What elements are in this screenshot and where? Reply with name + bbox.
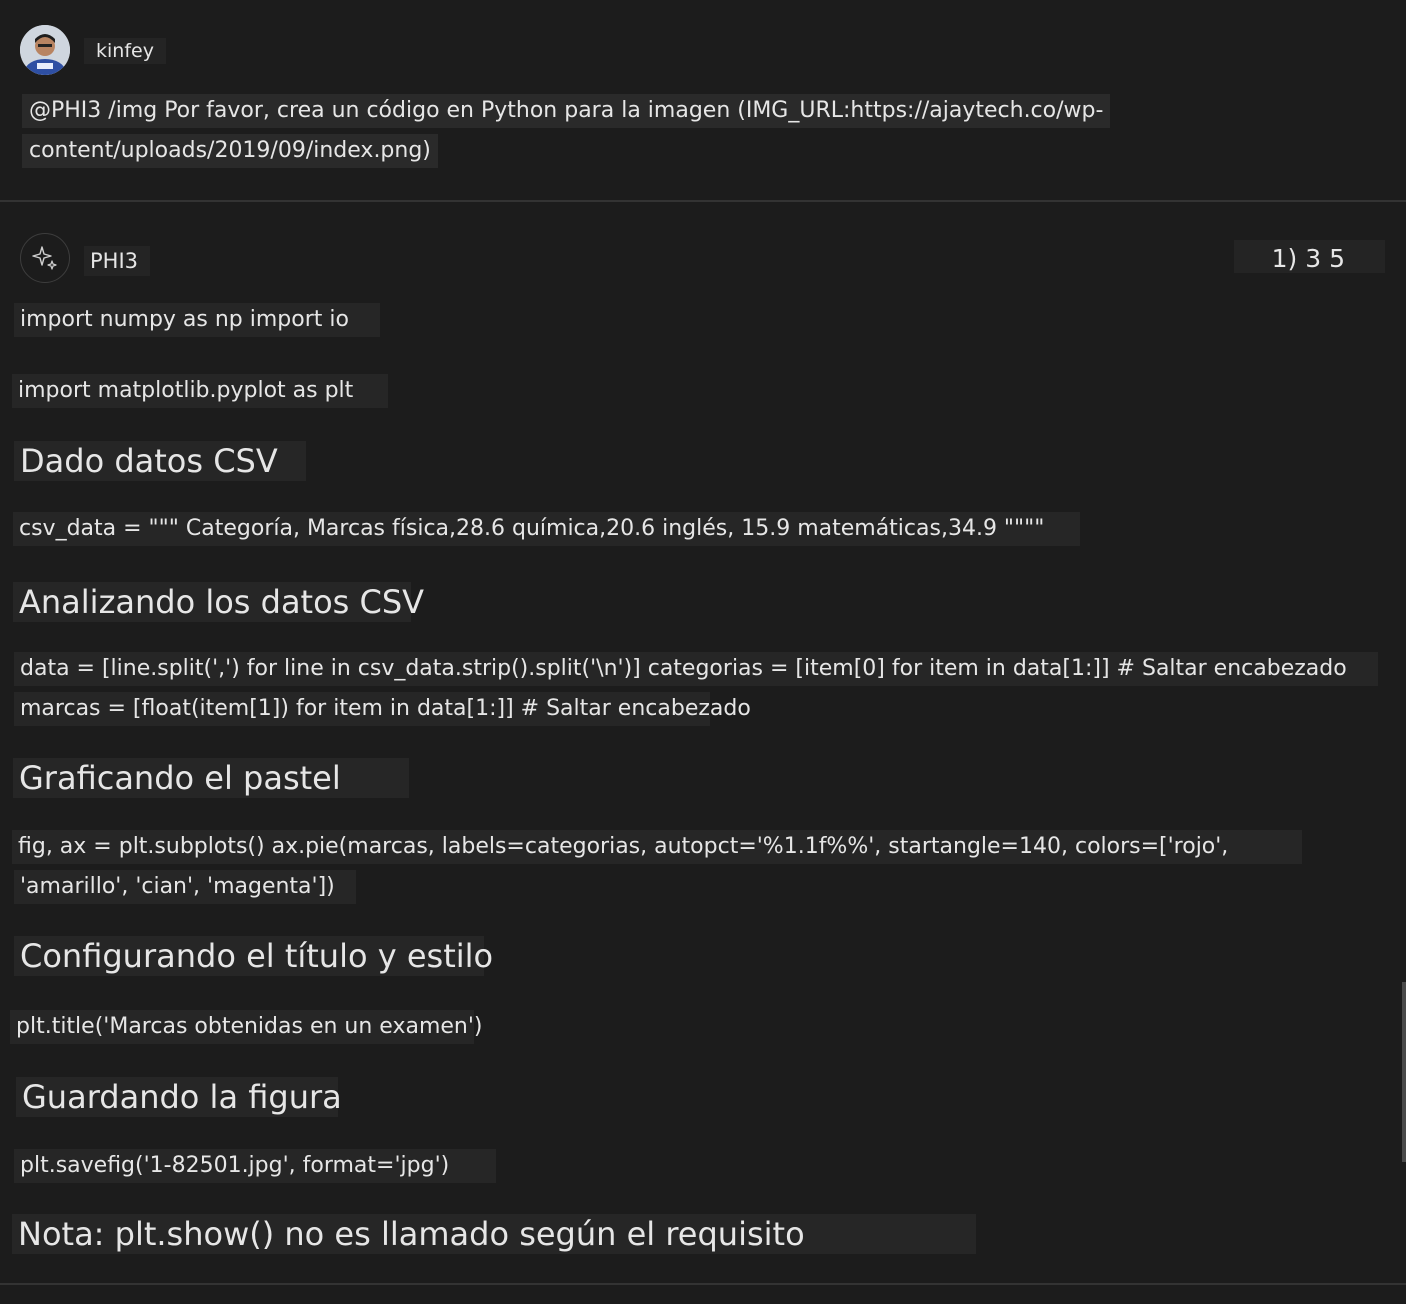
scrollbar-thumb[interactable]	[1402, 982, 1406, 1162]
response-line-pie: fig, ax = plt.subplots() ax.pie(marcas, …	[12, 830, 1302, 864]
heading-analizando: Analizando los datos CSV	[13, 582, 424, 622]
user-photo-icon	[20, 25, 70, 75]
bottom-divider	[0, 1283, 1406, 1285]
message-divider	[0, 200, 1406, 202]
response-line-parse-data: data = [line.split(',') for line in csv_…	[14, 652, 1378, 686]
response-line-pie-colors: 'amarillo', 'cian', 'magenta'])	[14, 870, 356, 904]
response-line-imports-2: import matplotlib.pyplot as plt	[12, 374, 388, 408]
response-counter: 1) 3 5	[1234, 240, 1385, 273]
response-line-title: plt.title('Marcas obtenidas en un examen…	[10, 1010, 482, 1044]
user-avatar[interactable]	[20, 25, 70, 75]
user-prompt-line-2: content/uploads/2019/09/index.png)	[22, 134, 438, 168]
heading-configurando: Configurando el título y estilo	[14, 936, 493, 976]
user-prompt-line-1: @PHI3 /img Por favor, crea un código en …	[22, 94, 1111, 128]
sparkle-icon	[32, 246, 57, 270]
bot-avatar[interactable]	[20, 233, 70, 283]
heading-guardando: Guardando la figura	[16, 1077, 342, 1117]
response-note: Nota: plt.show() no es llamado según el …	[12, 1214, 976, 1254]
response-line-savefig: plt.savefig('1-82501.jpg', format='jpg')	[14, 1149, 496, 1183]
user-name: kinfey	[84, 38, 166, 64]
heading-dado-datos: Dado datos CSV	[14, 441, 306, 481]
heading-graficando: Graficando el pastel	[13, 758, 409, 798]
bot-name: PHI3	[84, 246, 150, 276]
response-line-imports-1: import numpy as np import io	[14, 303, 380, 337]
response-line-marcas: marcas = [float(item[1]) for item in dat…	[14, 692, 751, 726]
response-line-csv-data: csv_data = """ Categoría, Marcas física,…	[13, 512, 1080, 546]
